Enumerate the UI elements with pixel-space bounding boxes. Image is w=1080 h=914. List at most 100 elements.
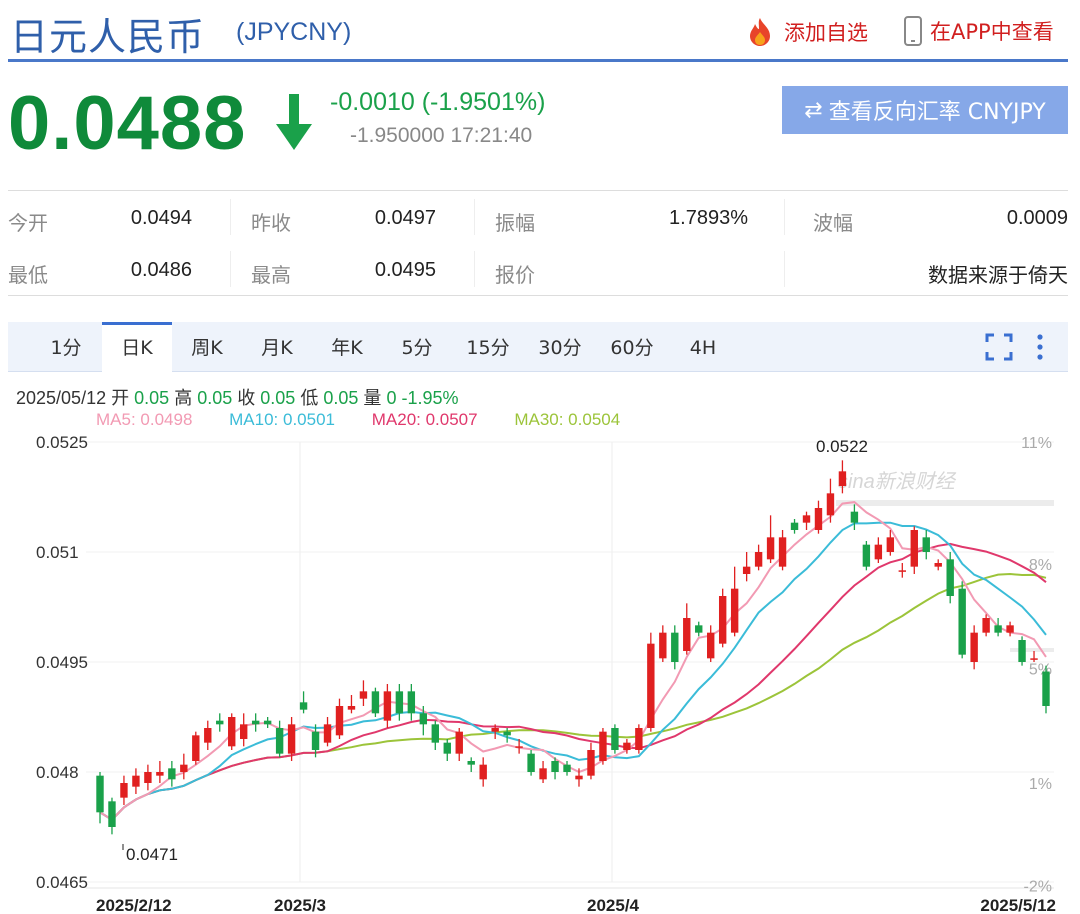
candle-body: [563, 764, 571, 772]
down-arrow-icon: [276, 94, 312, 150]
bar-date: 2025/05/12: [16, 388, 107, 408]
prev-close-label: 昨收: [251, 211, 291, 235]
fullscreen-icon[interactable]: [984, 332, 1014, 362]
candle-body: [192, 735, 200, 761]
candle-body: [766, 537, 775, 560]
candle-body: [838, 471, 847, 486]
open-value: 0.0494: [130, 207, 192, 229]
candle-body: [299, 702, 308, 710]
candle-body: [204, 728, 212, 743]
bar-vol: 0: [386, 388, 397, 408]
x-tick-label: 2025/2/12: [96, 896, 172, 914]
candle-body: [623, 742, 631, 750]
flame-icon: [750, 18, 770, 46]
pct-tick-label: 11%: [1021, 435, 1052, 452]
tab-yearly-k[interactable]: 年K: [312, 322, 382, 372]
candlestick-chart[interactable]: 0.05250.0510.04950.0480.046511%8%5%1%-2%…: [0, 426, 1080, 914]
tab-30min[interactable]: 30分: [524, 322, 596, 372]
bar-close: 0.05: [260, 388, 296, 408]
bar-close-label: 收: [237, 388, 256, 408]
data-source: 数据来源于倚天: [928, 263, 1068, 287]
candle-body: [383, 691, 392, 721]
add-watchlist-label: 添加自选: [784, 21, 868, 45]
tab-monthly-k[interactable]: 月K: [242, 322, 312, 372]
wave-label: 波幅: [813, 211, 853, 235]
min-price-label: 0.0471: [126, 845, 178, 864]
low-label: 最低: [8, 263, 48, 287]
bar-open-label: 开: [111, 388, 130, 408]
tab-daily-k[interactable]: 日K: [102, 322, 172, 372]
candle-body: [144, 772, 152, 783]
candle-body: [874, 544, 883, 560]
candle-body: [275, 728, 284, 754]
candle-body: [886, 537, 895, 552]
prev-close-value: 0.0497: [374, 207, 436, 229]
candle-body: [635, 728, 643, 750]
tab-15min[interactable]: 15分: [452, 322, 524, 372]
swap-icon: ⇄: [804, 97, 823, 123]
open-label: 今开: [8, 211, 48, 235]
candle-body: [347, 706, 356, 710]
y-tick-label: 0.0495: [36, 653, 88, 672]
y-tick-label: 0.048: [36, 763, 79, 782]
tab-1min[interactable]: 1分: [30, 322, 102, 372]
candle-body: [802, 515, 811, 523]
x-tick-label: 2025/3: [274, 896, 326, 914]
more-menu-icon[interactable]: [1030, 332, 1050, 362]
candle-body: [934, 563, 942, 567]
candle-body: [108, 801, 116, 827]
candle-body: [503, 731, 511, 736]
candle-body: [263, 720, 272, 725]
ma30-line: [99, 572, 1047, 821]
bar-low-label: 低: [300, 388, 319, 408]
quote-label: 报价: [495, 263, 535, 287]
candle-body: [443, 742, 451, 754]
candle-body: [527, 753, 535, 772]
tab-60min[interactable]: 60分: [596, 322, 668, 372]
reverse-rate-button[interactable]: ⇄ 查看反向汇率 CNYJPY: [782, 86, 1068, 134]
candle-body: [491, 728, 499, 732]
view-in-app-label: 在APP中查看: [930, 20, 1054, 44]
candle-body: [790, 522, 799, 530]
candle-body: [1018, 640, 1026, 662]
bar-info: 2025/05/12 开 0.05 高 0.05 收 0.05 低 0.05 量…: [16, 384, 459, 410]
candle-body: [587, 750, 595, 776]
candle-body: [96, 775, 104, 813]
candle-body: [850, 511, 859, 523]
candle-body: [742, 566, 751, 574]
candle-body: [1030, 658, 1038, 660]
candle-body: [862, 544, 871, 567]
candle-body: [730, 588, 739, 633]
candle-body: [922, 537, 930, 552]
candle-body: [371, 691, 380, 714]
candle-body: [539, 768, 547, 780]
page-title: 日元人民币: [10, 15, 206, 59]
candle-body: [647, 643, 655, 728]
bar-high: 0.05: [197, 388, 233, 408]
phone-icon: [904, 16, 922, 46]
currency-symbol: (JPYCNY): [236, 18, 352, 46]
add-watchlist-button[interactable]: 添加自选: [744, 16, 868, 48]
tab-4h[interactable]: 4H: [668, 322, 738, 372]
view-in-app-button[interactable]: 在APP中查看: [904, 16, 1054, 46]
candle-body: [120, 783, 128, 798]
candle-body: [395, 691, 404, 714]
candle-body: [455, 731, 463, 754]
candle-body: [515, 746, 523, 748]
ma20-line: [99, 542, 1047, 821]
shade-band: [1010, 648, 1054, 652]
candle-body: [419, 713, 428, 725]
candle-body: [994, 625, 1002, 633]
tab-weekly-k[interactable]: 周K: [172, 322, 242, 372]
current-price: 0.0488: [8, 81, 247, 166]
candle-body: [611, 728, 619, 750]
candle-body: [1042, 671, 1050, 706]
candle-body: [1006, 625, 1014, 633]
candle-body: [551, 761, 559, 772]
amplitude-value: 1.7893%: [669, 207, 748, 229]
candle-body: [311, 731, 320, 750]
candle-body: [946, 559, 954, 596]
candle-body: [958, 588, 966, 655]
tab-5min[interactable]: 5分: [382, 322, 452, 372]
candle-body: [180, 764, 188, 772]
